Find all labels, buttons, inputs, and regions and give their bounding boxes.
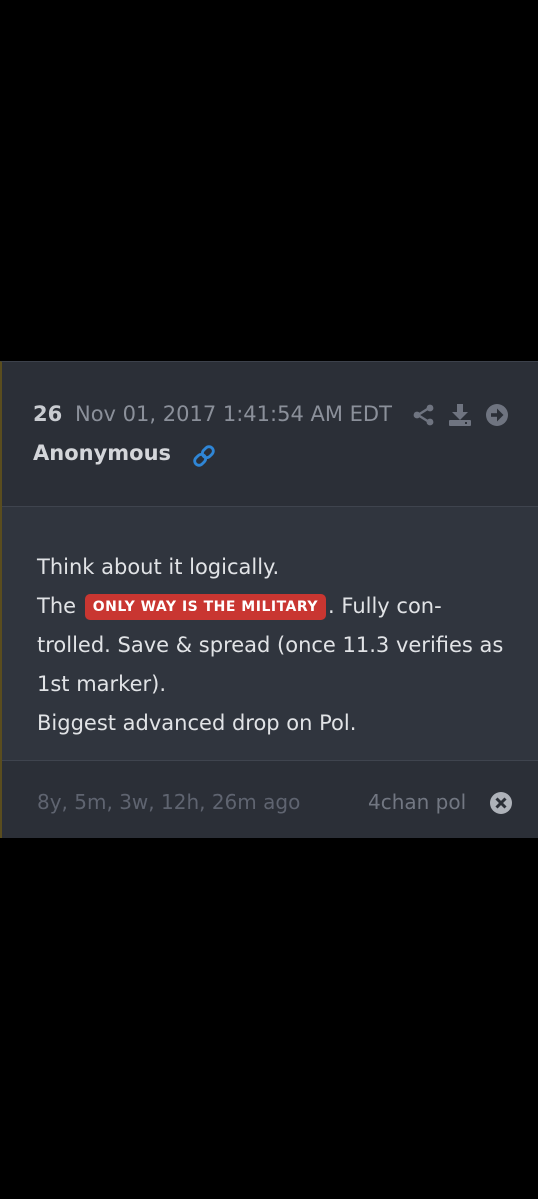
- post-text-line: Think about it logically.: [37, 555, 280, 579]
- post-date: Nov 01, 2017 1:41:54 AM EDT: [75, 402, 392, 426]
- post-text-line: 1st marker).: [37, 672, 167, 696]
- post-text-line: trolled. Save & spread (once 11.3 verifi…: [37, 633, 504, 657]
- link-icon[interactable]: [191, 443, 217, 469]
- post-source[interactable]: 4chan pol: [368, 790, 466, 814]
- post-text-fragment: The: [37, 594, 77, 618]
- arrow-right-circle-icon[interactable]: [485, 403, 509, 427]
- post-author: Anonymous: [33, 441, 172, 465]
- post-number: 26: [33, 402, 63, 426]
- post-header: 26 Nov 01, 2017 1:41:54 AM EDT Anonymous: [2, 362, 538, 507]
- post-text-line: The ONLY WAY IS THE MILITARY. Fully con-: [37, 587, 442, 626]
- post-body: Think about it logically. The ONLY WAY I…: [2, 507, 538, 761]
- download-icon[interactable]: [448, 403, 472, 427]
- post-card: 26 Nov 01, 2017 1:41:54 AM EDT Anonymous: [0, 361, 538, 838]
- post-elapsed-time: 8y, 5m, 3w, 12h, 26m ago: [37, 790, 301, 814]
- close-circle-icon[interactable]: [489, 791, 513, 815]
- highlight-badge: ONLY WAY IS THE MILITARY: [84, 594, 327, 620]
- share-icon[interactable]: [412, 403, 436, 427]
- post-text-line: Biggest advanced drop on Pol.: [37, 711, 357, 735]
- post-text-fragment: . Fully con-: [328, 594, 442, 618]
